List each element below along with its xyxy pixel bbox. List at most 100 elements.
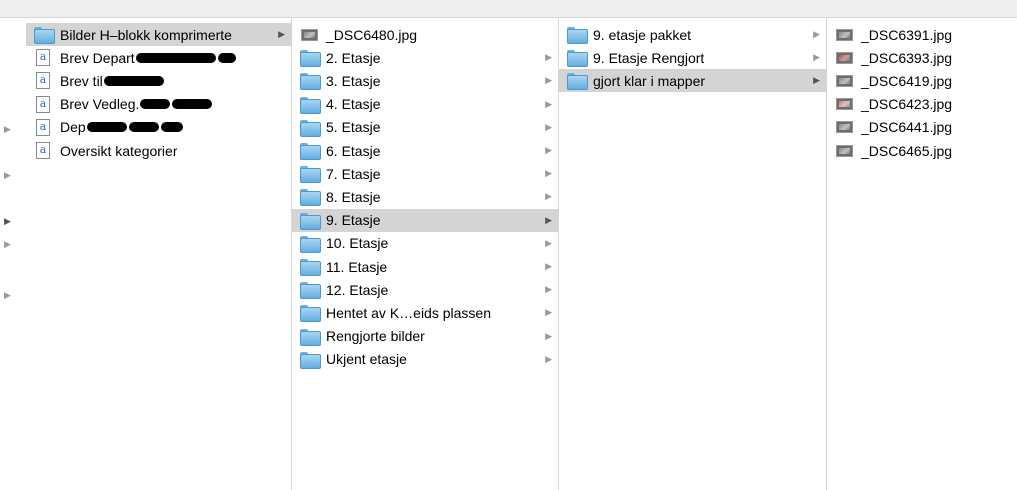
item-label: _DSC6480.jpg: [326, 26, 418, 43]
redaction-mark: [135, 52, 216, 63]
text-document-icon: a: [36, 142, 50, 159]
image-file-row[interactable]: _DSC6480.jpg: [292, 23, 558, 46]
image-file-row[interactable]: _DSC6391.jpg: [827, 23, 1017, 46]
folder-icon: [300, 119, 321, 137]
column-parent-gutter[interactable]: ▶ ▶ ▶ ▶ ▶: [0, 18, 26, 490]
folder-icon: [300, 189, 321, 207]
image-file-row[interactable]: _DSC6393.jpg: [827, 46, 1017, 69]
item-label: 3. Etasje: [326, 72, 381, 89]
item-label: _DSC6441.jpg: [861, 119, 953, 136]
item-label: Brev Depart: [60, 49, 135, 66]
item-label: _DSC6393.jpg: [861, 49, 953, 66]
folder-row[interactable]: gjort klar i mapper ▶: [559, 69, 826, 93]
folder-row[interactable]: Bilder H–blokk komprimerte ▶: [26, 23, 291, 46]
item-label: _DSC6423.jpg: [861, 96, 953, 113]
column-1[interactable]: Bilder H–blokk komprimerte ▶ a Brev Depart a…: [26, 18, 292, 490]
disclosure-triangle-icon: ▶: [545, 284, 552, 295]
folder-icon: [300, 305, 321, 323]
jpeg-image-icon: [836, 144, 853, 157]
disclosure-triangle-icon: ▶: [278, 29, 285, 39]
document-row[interactable]: a Brev Depart: [26, 46, 291, 69]
jpeg-image-icon: [836, 51, 853, 64]
jpeg-image-icon: [836, 28, 853, 41]
folder-row[interactable]: Rengjorte bilder ▶: [292, 325, 558, 348]
document-row[interactable]: a Brev til: [26, 69, 291, 92]
redaction-mark: [160, 122, 183, 133]
disclosure-triangle-icon: ▶: [813, 75, 820, 86]
image-file-row[interactable]: _DSC6419.jpg: [827, 69, 1017, 92]
item-label: Bilder H–blokk komprimerte: [60, 26, 232, 43]
text-document-icon: a: [36, 95, 50, 113]
redaction-mark: [103, 75, 164, 86]
item-label: 11. Etasje: [326, 258, 388, 275]
folder-row[interactable]: Hentet av K…eids plassen ▶: [292, 301, 558, 324]
folder-icon: [567, 27, 588, 44]
folder-row[interactable]: 9. Etasje Rengjort ▶: [559, 46, 826, 69]
folder-row[interactable]: 3. Etasje ▶: [292, 69, 558, 92]
column-2[interactable]: _DSC6480.jpg 2. Etasje ▶ 3. Etasje ▶ 4. Etasj…: [292, 18, 559, 490]
folder-icon: [300, 143, 321, 160]
folder-icon: [567, 73, 588, 91]
folder-row[interactable]: 7. Etasje ▶: [292, 162, 558, 185]
redaction-mark: [217, 52, 236, 63]
document-row[interactable]: a Brev Vedleg.: [26, 93, 291, 116]
folder-icon: [300, 235, 321, 253]
item-label: 6. Etasje: [326, 142, 381, 159]
disclosure-triangle-icon: ▶: [4, 290, 11, 300]
jpeg-image-icon: [836, 98, 853, 111]
disclosure-triangle-icon: ▶: [545, 353, 552, 364]
folder-row[interactable]: 8. Etasje ▶: [292, 185, 558, 208]
item-label: Brev Vedleg.: [60, 96, 140, 113]
folder-icon: [567, 50, 588, 68]
disclosure-triangle-icon: ▶: [813, 52, 820, 63]
disclosure-triangle-icon: ▶: [545, 121, 552, 132]
folder-icon: [300, 259, 321, 276]
jpeg-image-icon: [836, 74, 853, 87]
column-4[interactable]: _DSC6391.jpg _DSC6393.jpg _DSC6419.jpg _DSC…: [827, 18, 1017, 490]
redaction-mark: [172, 99, 213, 110]
redaction-mark: [86, 122, 127, 133]
disclosure-triangle-icon: ▶: [545, 191, 552, 202]
item-label: _DSC6465.jpg: [861, 142, 953, 159]
folder-row[interactable]: 6. Etasje ▶: [292, 139, 558, 162]
item-label: Brev til: [60, 72, 103, 89]
item-label: _DSC6419.jpg: [861, 72, 953, 89]
document-row[interactable]: a Oversikt kategorier: [26, 139, 291, 162]
folder-row[interactable]: 10. Etasje ▶: [292, 232, 558, 255]
text-document-icon: a: [36, 118, 50, 136]
image-file-row[interactable]: _DSC6423.jpg: [827, 93, 1017, 116]
folder-row[interactable]: 11. Etasje ▶: [292, 255, 558, 278]
folder-row[interactable]: 12. Etasje ▶: [292, 278, 558, 301]
folder-row[interactable]: 5. Etasje ▶: [292, 116, 558, 139]
image-file-row[interactable]: _DSC6465.jpg: [827, 139, 1017, 162]
disclosure-triangle-icon: ▶: [545, 168, 552, 179]
item-label: 12. Etasje: [326, 281, 389, 298]
disclosure-triangle-icon: ▶: [4, 170, 11, 180]
disclosure-triangle-icon: ▶: [4, 239, 11, 249]
item-label: Hentet av K…eids plassen: [326, 304, 491, 321]
redaction-mark: [128, 122, 159, 133]
item-label: 9. Etasje: [326, 212, 381, 229]
column-3[interactable]: 9. etasje pakket ▶ 9. Etasje Rengjort ▶ gjor…: [559, 18, 827, 490]
folder-row[interactable]: Ukjent etasje ▶: [292, 348, 558, 371]
disclosure-triangle-icon: ▶: [545, 330, 552, 341]
jpeg-image-icon: [301, 28, 318, 41]
text-document-icon: a: [36, 72, 50, 90]
folder-icon: [300, 166, 321, 184]
folder-icon: [300, 50, 321, 68]
column-browser: ▶ ▶ ▶ ▶ ▶ Bilder H–blokk komprimerte ▶ a Br…: [0, 18, 1017, 490]
item-label: 2. Etasje: [326, 49, 381, 66]
folder-row[interactable]: 2. Etasje ▶: [292, 46, 558, 69]
item-label: 4. Etasje: [326, 96, 381, 113]
document-row[interactable]: a Dep: [26, 116, 291, 139]
jpeg-image-icon: [836, 121, 853, 134]
item-label: _DSC6391.jpg: [861, 26, 953, 43]
folder-row[interactable]: 4. Etasje ▶: [292, 93, 558, 116]
image-file-row[interactable]: _DSC6441.jpg: [827, 116, 1017, 139]
disclosure-triangle-icon: ▶: [545, 307, 552, 318]
folder-row[interactable]: 9. Etasje ▶: [292, 208, 558, 232]
folder-icon: [300, 328, 321, 346]
folder-row[interactable]: 9. etasje pakket ▶: [559, 23, 826, 46]
folder-icon: [300, 282, 321, 300]
disclosure-triangle-icon: ▶: [545, 145, 552, 155]
